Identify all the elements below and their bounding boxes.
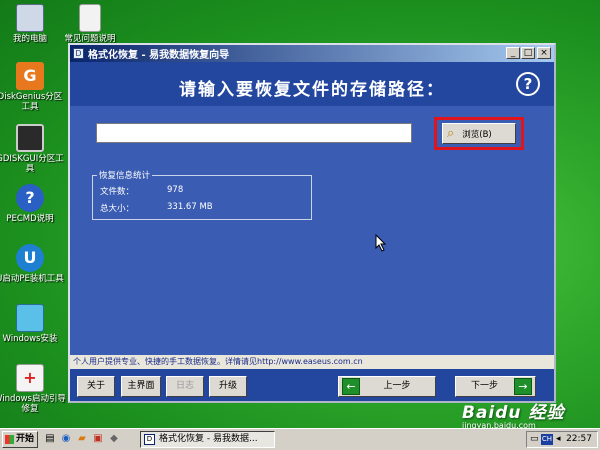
- clock: 22:57: [566, 434, 592, 444]
- windows-flag-icon: [5, 435, 14, 444]
- window-title: 格式化恢复 - 易我数据恢复向导: [88, 50, 230, 61]
- stats-value: 978: [167, 185, 184, 195]
- browse-label: 浏览(B): [462, 129, 492, 140]
- tool-icon[interactable]: ▣: [92, 433, 104, 445]
- recovery-wizard-window: D 格式化恢复 - 易我数据恢复向导 _ □ × 请输入要恢复文件的存储路径： …: [68, 43, 556, 403]
- system-tray: ▭ CH ◂ 22:57: [526, 431, 598, 448]
- desktop-icon-label: Windows启动引导修复: [0, 394, 66, 414]
- start-label: 开始: [16, 434, 35, 444]
- diskgenius-logo-icon: G: [16, 62, 44, 90]
- recovery-stats-group: 恢复信息统计 文件数： 978 总大小： 331.67 MB: [92, 169, 312, 220]
- magnifier-icon: ⌕: [447, 126, 455, 141]
- diskgenius-icon[interactable]: G DiskGenius分区工具: [0, 62, 66, 112]
- prev-label: 上一步: [383, 381, 411, 391]
- start-button[interactable]: 开始: [2, 431, 38, 448]
- main-menu-button[interactable]: 主界面: [121, 376, 161, 397]
- watermark-brand: Baidu 经验: [462, 403, 565, 423]
- footer-info: 个人用户提供专业、快捷的手工数据恢复。详情请见http://www.easeus…: [70, 355, 554, 369]
- stats-value: 331.67 MB: [167, 202, 213, 212]
- computer-icon: [16, 4, 44, 32]
- network-icon[interactable]: ▭: [530, 432, 539, 447]
- stats-label: 总大小：: [100, 204, 135, 214]
- input-language-indicator[interactable]: CH: [541, 434, 553, 445]
- app-icon: D: [144, 434, 155, 445]
- desktop-shortcut-icon[interactable]: ▤: [44, 433, 56, 445]
- path-input[interactable]: [96, 123, 412, 143]
- arrow-right-icon: →: [514, 378, 532, 395]
- document-icon: [79, 4, 101, 32]
- desktop-icon-label: 我的电脑: [12, 34, 47, 44]
- next-button[interactable]: 下一步 →: [455, 376, 536, 397]
- maximize-button[interactable]: □: [521, 47, 535, 59]
- stats-row: 总大小： 331.67 MB: [100, 202, 213, 214]
- desktop-icon-label: U启动PE装机工具: [0, 274, 64, 284]
- button-bar: 关于 主界面 日志 升级 ← 上一步 下一步 →: [70, 369, 554, 401]
- stats-label: 文件数：: [100, 187, 135, 197]
- gdiskgui-icon[interactable]: GDISKGUI分区工具: [0, 124, 66, 174]
- folder-icon[interactable]: ▰: [76, 433, 88, 445]
- page-title: 请输入要恢复文件的存储路径：: [179, 80, 445, 100]
- help-icon[interactable]: ?: [516, 72, 540, 96]
- ustart-logo-icon: U: [16, 244, 44, 272]
- task-window-button[interactable]: D 格式化恢复 - 易我数据...: [140, 431, 275, 448]
- prev-button[interactable]: ← 上一步: [338, 376, 436, 397]
- boot-repair-icon[interactable]: + Windows启动引导修复: [0, 364, 66, 414]
- browse-button[interactable]: ⌕ 浏览(B): [442, 123, 516, 144]
- faq-doc-icon[interactable]: 常见问题说明: [54, 4, 126, 44]
- installer-icon: [16, 304, 44, 332]
- stats-legend: 恢复信息统计: [97, 169, 153, 181]
- eraser-icon[interactable]: ◆: [108, 433, 120, 445]
- minimize-button[interactable]: _: [506, 47, 520, 59]
- partition-tool-icon: [16, 124, 44, 152]
- title-bar[interactable]: D 格式化恢复 - 易我数据恢复向导 _ □ ×: [70, 45, 554, 62]
- app-icon: D: [73, 48, 84, 59]
- windows-install-icon[interactable]: Windows安装: [0, 304, 66, 344]
- arrow-left-icon: ←: [342, 378, 360, 395]
- wizard-header: 请输入要恢复文件的存储路径： ?: [70, 62, 554, 106]
- desktop-icon-label: GDISKGUI分区工具: [0, 154, 64, 174]
- about-button[interactable]: 关于: [77, 376, 115, 397]
- volume-icon[interactable]: ◂: [556, 432, 561, 447]
- log-button[interactable]: 日志: [166, 376, 204, 397]
- browse-highlight: ⌕ 浏览(B): [434, 117, 524, 150]
- task-label: 格式化恢复 - 易我数据...: [159, 434, 258, 444]
- desktop-icon-label: Windows安装: [2, 334, 58, 344]
- upgrade-button[interactable]: 升级: [209, 376, 247, 397]
- mouse-cursor-icon: [375, 234, 387, 252]
- ustart-pe-icon[interactable]: U U启动PE装机工具: [0, 244, 66, 284]
- help-icon: ?: [16, 184, 44, 212]
- stats-row: 文件数： 978: [100, 185, 183, 197]
- desktop-icon-label: DiskGenius分区工具: [0, 92, 63, 112]
- baidu-watermark: Baidu 经验 jingyan.baidu.com: [462, 398, 564, 430]
- next-label: 下一步: [470, 381, 498, 391]
- browser-icon[interactable]: ◉: [60, 433, 72, 445]
- desktop-icon-label: PECMD说明: [6, 214, 54, 224]
- taskbar: 开始 ▤ ◉ ▰ ▣ ◆ D 格式化恢复 - 易我数据... ▭ CH ◂ 22…: [0, 428, 600, 450]
- medkit-icon: +: [16, 364, 44, 392]
- pecmd-help-icon[interactable]: ? PECMD说明: [0, 184, 66, 224]
- close-button[interactable]: ×: [537, 47, 551, 59]
